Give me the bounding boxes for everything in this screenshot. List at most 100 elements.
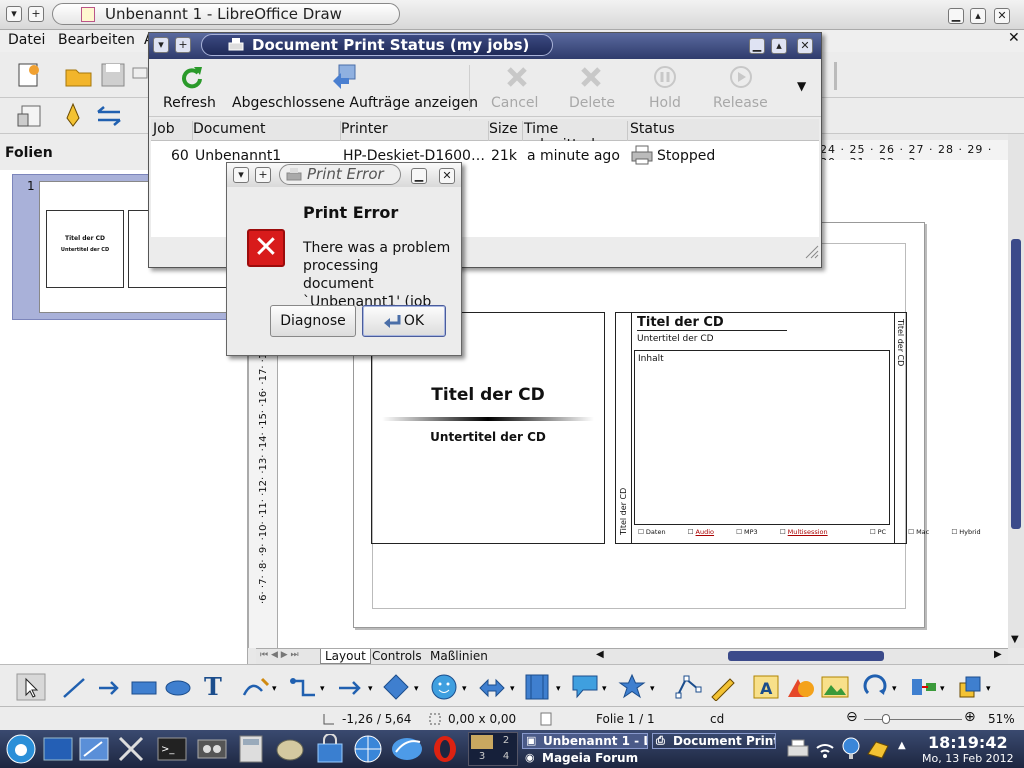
tab-masslinien[interactable]: Maßlinien: [428, 649, 490, 663]
toolbar-handle[interactable]: [832, 60, 840, 92]
email-client-icon[interactable]: [390, 734, 424, 764]
lines-arrows-icon[interactable]: ▾: [336, 675, 376, 701]
scroll-left-arrow-icon[interactable]: ◀: [596, 649, 604, 660]
cd-spine-right[interactable]: Titel der CD: [894, 313, 906, 543]
stars-icon[interactable]: ▾: [618, 673, 660, 701]
new-document-icon[interactable]: [16, 62, 42, 88]
task-print-status[interactable]: ⎙ Document Print: [652, 733, 776, 749]
points-icon[interactable]: [674, 673, 704, 701]
diagnose-button[interactable]: Diagnose: [270, 305, 356, 337]
print-status-titlebar[interactable]: ▾ + Document Print Status (my jobs) ▁ ▴ …: [149, 33, 821, 59]
ellipse-tool-icon[interactable]: [164, 677, 192, 699]
pager-desktop-4[interactable]: 4: [495, 751, 517, 765]
tab-layout[interactable]: Layout: [320, 649, 371, 664]
print-error-menu-icon[interactable]: ▾: [233, 167, 249, 183]
col-size[interactable]: Size: [489, 121, 523, 141]
print-status-pin-icon[interactable]: +: [175, 37, 191, 53]
delete-button[interactable]: Delete: [559, 59, 623, 115]
col-status[interactable]: Status: [630, 121, 818, 141]
fontwork-icon[interactable]: A: [752, 673, 780, 701]
cd-back-title[interactable]: Titel der CD: [637, 315, 787, 331]
rotate-icon[interactable]: ▾: [862, 673, 902, 701]
open-folder-icon[interactable]: [64, 62, 94, 88]
clock-time[interactable]: 18:19:42: [928, 733, 1008, 752]
save-icon[interactable]: [100, 62, 126, 88]
opera-browser-icon[interactable]: [430, 734, 460, 764]
updates-tray-icon[interactable]: [866, 738, 890, 760]
curve-tool-icon[interactable]: ▾: [240, 675, 280, 701]
window-pin-icon[interactable]: +: [28, 6, 44, 22]
rectangle-tool-icon[interactable]: [130, 677, 158, 699]
print-error-title-pill[interactable]: Print Error: [279, 164, 401, 185]
printer-tray-icon[interactable]: [786, 738, 810, 760]
release-button[interactable]: Release: [705, 59, 779, 115]
network-globe-tray-icon[interactable]: [840, 736, 862, 760]
toolbar-overflow-icon[interactable]: ▼: [797, 79, 806, 93]
hold-button[interactable]: Hold: [639, 59, 695, 115]
from-file-icon[interactable]: [786, 673, 816, 701]
print-error-close-icon[interactable]: ✕: [439, 168, 455, 184]
pager-desktop-3[interactable]: 3: [471, 751, 493, 765]
main-window-title-pill[interactable]: Unbenannt 1 - LibreOffice Draw: [52, 3, 400, 25]
menu-bearbeiten[interactable]: Bearbeiten: [58, 32, 135, 48]
tools-icon[interactable]: [116, 734, 148, 764]
network-lock-icon[interactable]: [314, 734, 346, 764]
menu-close-icon[interactable]: ✕: [1008, 30, 1020, 46]
window-menu-icon[interactable]: ▾: [6, 6, 22, 22]
glue-points-icon[interactable]: [708, 673, 738, 701]
flowchart-icon[interactable]: ▾: [524, 673, 566, 701]
horizontal-scrollbar-thumb[interactable]: [728, 651, 884, 661]
tab-controls[interactable]: Controls: [370, 649, 424, 663]
zoom-in-icon[interactable]: ⊕: [964, 709, 976, 725]
terminal-icon[interactable]: >_: [156, 736, 188, 762]
cd-spine-left[interactable]: Titel der CD: [616, 313, 632, 543]
block-arrows-icon[interactable]: ▾: [478, 675, 520, 701]
symbol-shapes-icon[interactable]: ▾: [430, 673, 472, 701]
clock-date[interactable]: Mo, 13 Feb 2012: [922, 752, 1014, 765]
tray-expand-icon[interactable]: ▲: [898, 740, 906, 751]
print-status-maximize-icon[interactable]: ▴: [771, 38, 787, 54]
zoom-slider-handle[interactable]: [882, 714, 890, 724]
connector-tool-icon[interactable]: ▾: [288, 675, 328, 701]
wifi-tray-icon[interactable]: [814, 738, 836, 760]
pager-desktop-2[interactable]: 2: [495, 735, 517, 749]
select-arrow-icon[interactable]: [16, 673, 46, 701]
zoom-out-icon[interactable]: ⊖: [846, 709, 858, 725]
vertical-scrollbar[interactable]: ▼: [1008, 134, 1024, 648]
email-icon[interactable]: [132, 64, 148, 84]
arrow-line-tool-icon[interactable]: [96, 675, 124, 701]
document-modified-icon[interactable]: [540, 712, 552, 726]
col-printer[interactable]: Printer: [341, 121, 489, 141]
maximize-icon[interactable]: ▴: [970, 8, 986, 24]
calculator-icon[interactable]: [236, 734, 266, 764]
text-tool-icon[interactable]: T: [200, 673, 226, 701]
col-job[interactable]: Job: [153, 121, 193, 141]
page-setup-icon[interactable]: [16, 104, 44, 130]
phone-icon[interactable]: [274, 734, 306, 764]
print-status-menu-icon[interactable]: ▾: [153, 37, 169, 53]
bezier-pen-icon[interactable]: [62, 102, 84, 130]
refresh-button[interactable]: Refresh: [155, 59, 227, 115]
basic-shapes-icon[interactable]: ▾: [382, 673, 424, 701]
task-mageia-forum[interactable]: ◉ Mageia Forum: [522, 751, 648, 767]
print-error-titlebar[interactable]: ▾ + Print Error ▁ ✕: [227, 163, 461, 187]
arrange-icon[interactable]: ▾: [956, 673, 996, 701]
tab-nav-arrows-icon[interactable]: ⏮ ◀ ▶ ⏭: [260, 650, 299, 660]
minimize-icon[interactable]: ▁: [948, 8, 964, 24]
scroll-down-arrow-icon[interactable]: ▼: [1011, 634, 1019, 645]
col-time-submitted[interactable]: Time submitted: [524, 121, 628, 153]
col-document[interactable]: Document: [193, 121, 341, 141]
callouts-icon[interactable]: ▾: [570, 673, 612, 701]
line-tool-icon[interactable]: [60, 675, 88, 701]
resize-grip-icon[interactable]: [805, 245, 819, 259]
ok-button[interactable]: OK: [362, 305, 446, 337]
print-status-title-pill[interactable]: Document Print Status (my jobs): [201, 34, 553, 56]
cd-front-subtitle[interactable]: Untertitel der CD: [372, 430, 604, 444]
scroll-right-arrow-icon[interactable]: ▶: [994, 649, 1002, 660]
zoom-slider[interactable]: [864, 719, 962, 720]
cd-front-title[interactable]: Titel der CD: [372, 385, 604, 405]
cd-back-content-box[interactable]: Inhalt: [634, 350, 890, 525]
media-player-icon[interactable]: [196, 736, 228, 762]
desktop-pager[interactable]: 2 3 4: [468, 732, 518, 766]
desktop-icon[interactable]: [42, 734, 74, 764]
